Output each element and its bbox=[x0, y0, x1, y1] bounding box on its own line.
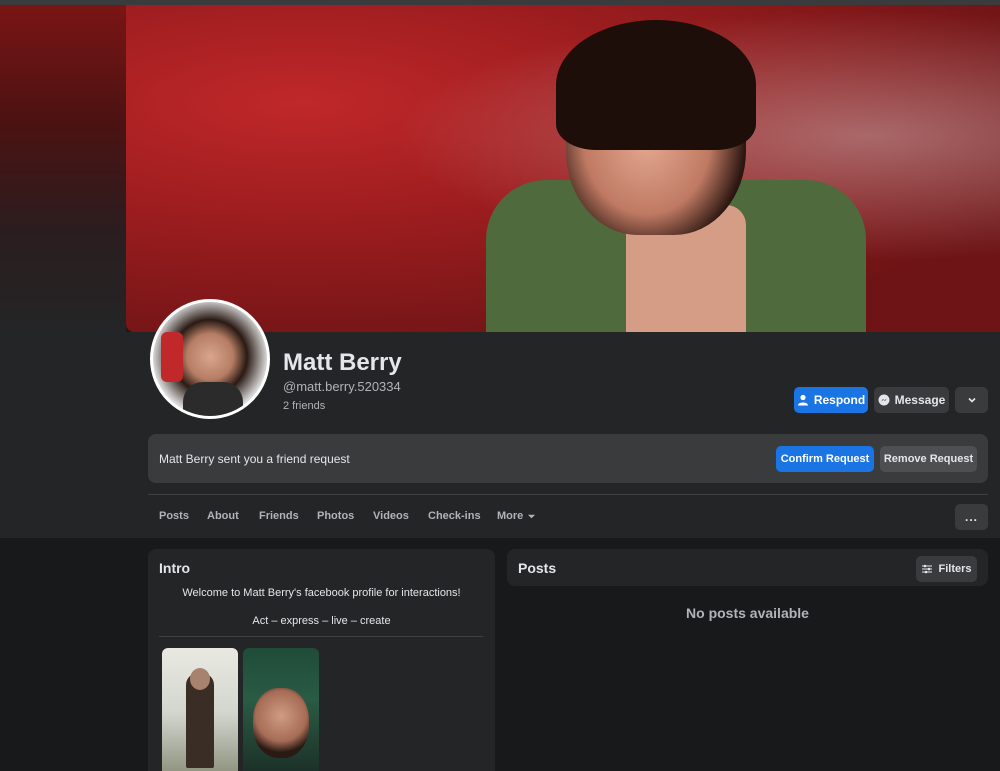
friends-count-link[interactable]: 2 friends bbox=[283, 400, 325, 412]
filters-icon bbox=[922, 564, 933, 574]
tab-friends[interactable]: Friends bbox=[259, 510, 299, 522]
chevron-down-icon bbox=[967, 397, 976, 403]
intro-tagline: Act – express – live – create bbox=[252, 615, 391, 627]
more-options-button[interactable] bbox=[955, 387, 988, 413]
avatar-background-sign bbox=[161, 332, 183, 382]
cover-side-gradient bbox=[0, 5, 126, 332]
header-divider bbox=[148, 494, 988, 495]
profile-handle: @matt.berry.520334 bbox=[283, 379, 401, 394]
filters-label: Filters bbox=[938, 563, 972, 575]
tab-photos[interactable]: Photos bbox=[317, 510, 354, 522]
tab-check-ins[interactable]: Check-ins bbox=[428, 510, 481, 522]
filters-button[interactable]: Filters bbox=[916, 556, 977, 582]
posts-title: Posts bbox=[518, 560, 557, 576]
add-friend-icon bbox=[797, 394, 808, 406]
cover-photo[interactable] bbox=[126, 5, 1000, 332]
tab-about[interactable]: About bbox=[207, 510, 239, 522]
respond-button[interactable]: Respond bbox=[794, 387, 868, 413]
no-posts-message: No posts available bbox=[686, 605, 809, 621]
intro-card: Intro Welcome to Matt Berry's facebook p… bbox=[148, 549, 495, 771]
intro-divider bbox=[159, 636, 483, 637]
intro-title: Intro bbox=[159, 560, 191, 576]
intro-bio: Welcome to Matt Berry's facebook profile… bbox=[182, 587, 461, 599]
tab-videos[interactable]: Videos bbox=[373, 510, 409, 522]
friend-request-text: Matt Berry sent you a friend request bbox=[159, 452, 350, 466]
featured-photo-2[interactable] bbox=[243, 648, 319, 771]
tab-posts[interactable]: Posts bbox=[159, 510, 189, 522]
cover-figure-hair bbox=[556, 20, 756, 150]
photo-face bbox=[253, 688, 309, 758]
avatar-jacket bbox=[183, 382, 243, 416]
profile-avatar[interactable] bbox=[150, 299, 270, 419]
message-button[interactable]: Message bbox=[874, 387, 949, 413]
profile-name: Matt Berry bbox=[283, 349, 402, 376]
photo-person-head bbox=[190, 668, 210, 690]
tab-more-label: More bbox=[497, 510, 524, 522]
messenger-icon bbox=[878, 394, 890, 406]
remove-request-button[interactable]: Remove Request bbox=[880, 446, 977, 472]
confirm-request-button[interactable]: Confirm Request bbox=[776, 446, 874, 472]
featured-photo-1[interactable] bbox=[162, 648, 238, 771]
tabs-overflow-button[interactable]: ... bbox=[955, 504, 988, 530]
ellipsis-icon: ... bbox=[964, 510, 978, 524]
profile-tabs: Posts About Friends Photos Videos Check-… bbox=[148, 496, 988, 538]
respond-label: Respond bbox=[813, 393, 866, 407]
message-label: Message bbox=[894, 393, 946, 407]
tab-more[interactable]: More bbox=[497, 510, 536, 522]
caret-down-icon bbox=[528, 514, 536, 518]
